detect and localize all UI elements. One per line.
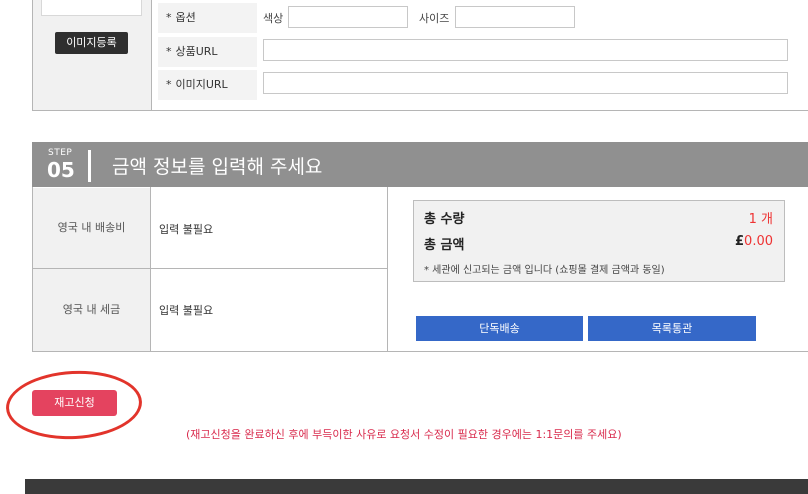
image-register-button[interactable]: 이미지등록 bbox=[55, 32, 128, 54]
size-label: 사이즈 bbox=[419, 12, 450, 25]
step-title: 금액 정보를 입력해 주세요 bbox=[112, 156, 323, 178]
uk-tax-value: 입력 불필요 bbox=[159, 304, 214, 317]
uk-tax-label: 영국 내 세금 bbox=[33, 269, 150, 351]
single-shipping-button[interactable]: 단독배송 bbox=[416, 316, 583, 341]
highlight-circle bbox=[4, 367, 144, 443]
list-clearance-button[interactable]: 목록통관 bbox=[588, 316, 756, 341]
image-url-input[interactable] bbox=[263, 72, 788, 94]
total-qty-value: 1 개 bbox=[748, 212, 773, 227]
request-notice: (재고신청을 완료하신 후에 부득이한 사유로 요청서 수정이 필요한 경우에는… bbox=[186, 428, 622, 441]
options-label-cell: * 옵션 bbox=[158, 3, 257, 33]
customs-note: * 세관에 신고되는 금액 입니다 (쇼핑몰 결제 금액과 동일) bbox=[424, 265, 665, 276]
footer-bar bbox=[25, 479, 808, 494]
required-mark: * bbox=[166, 78, 172, 91]
required-mark: * bbox=[166, 45, 172, 58]
total-amount-label: 총 금액 bbox=[424, 238, 465, 253]
total-amount-value: 0.00 bbox=[744, 234, 773, 249]
step-word: STEP bbox=[48, 148, 73, 158]
step-number: 05 bbox=[47, 158, 75, 182]
image-url-label-cell: * 이미지URL bbox=[158, 70, 257, 100]
uk-shipping-value: 입력 불필요 bbox=[159, 223, 214, 236]
step-divider bbox=[88, 150, 91, 182]
required-mark: * bbox=[166, 11, 172, 24]
table-col-divider bbox=[150, 187, 151, 352]
color-input[interactable] bbox=[288, 6, 408, 28]
currency-symbol: £ bbox=[735, 234, 745, 249]
product-url-input[interactable] bbox=[263, 39, 788, 61]
product-url-label-cell: * 상품URL bbox=[158, 37, 257, 67]
image-url-label: 이미지URL bbox=[175, 78, 228, 91]
table-row-divider bbox=[33, 268, 388, 269]
total-qty-label: 총 수량 bbox=[424, 212, 465, 227]
options-label: 옵션 bbox=[175, 11, 196, 24]
color-label: 색상 bbox=[263, 12, 284, 25]
image-preview bbox=[41, 0, 142, 16]
column-divider bbox=[151, 0, 152, 110]
total-amount: £0.00 bbox=[700, 234, 773, 249]
product-url-label: 상품URL bbox=[175, 45, 218, 58]
table-col-divider bbox=[387, 187, 388, 352]
size-input[interactable] bbox=[455, 6, 575, 28]
uk-shipping-label: 영국 내 배송비 bbox=[33, 188, 150, 268]
image-column bbox=[33, 0, 151, 110]
